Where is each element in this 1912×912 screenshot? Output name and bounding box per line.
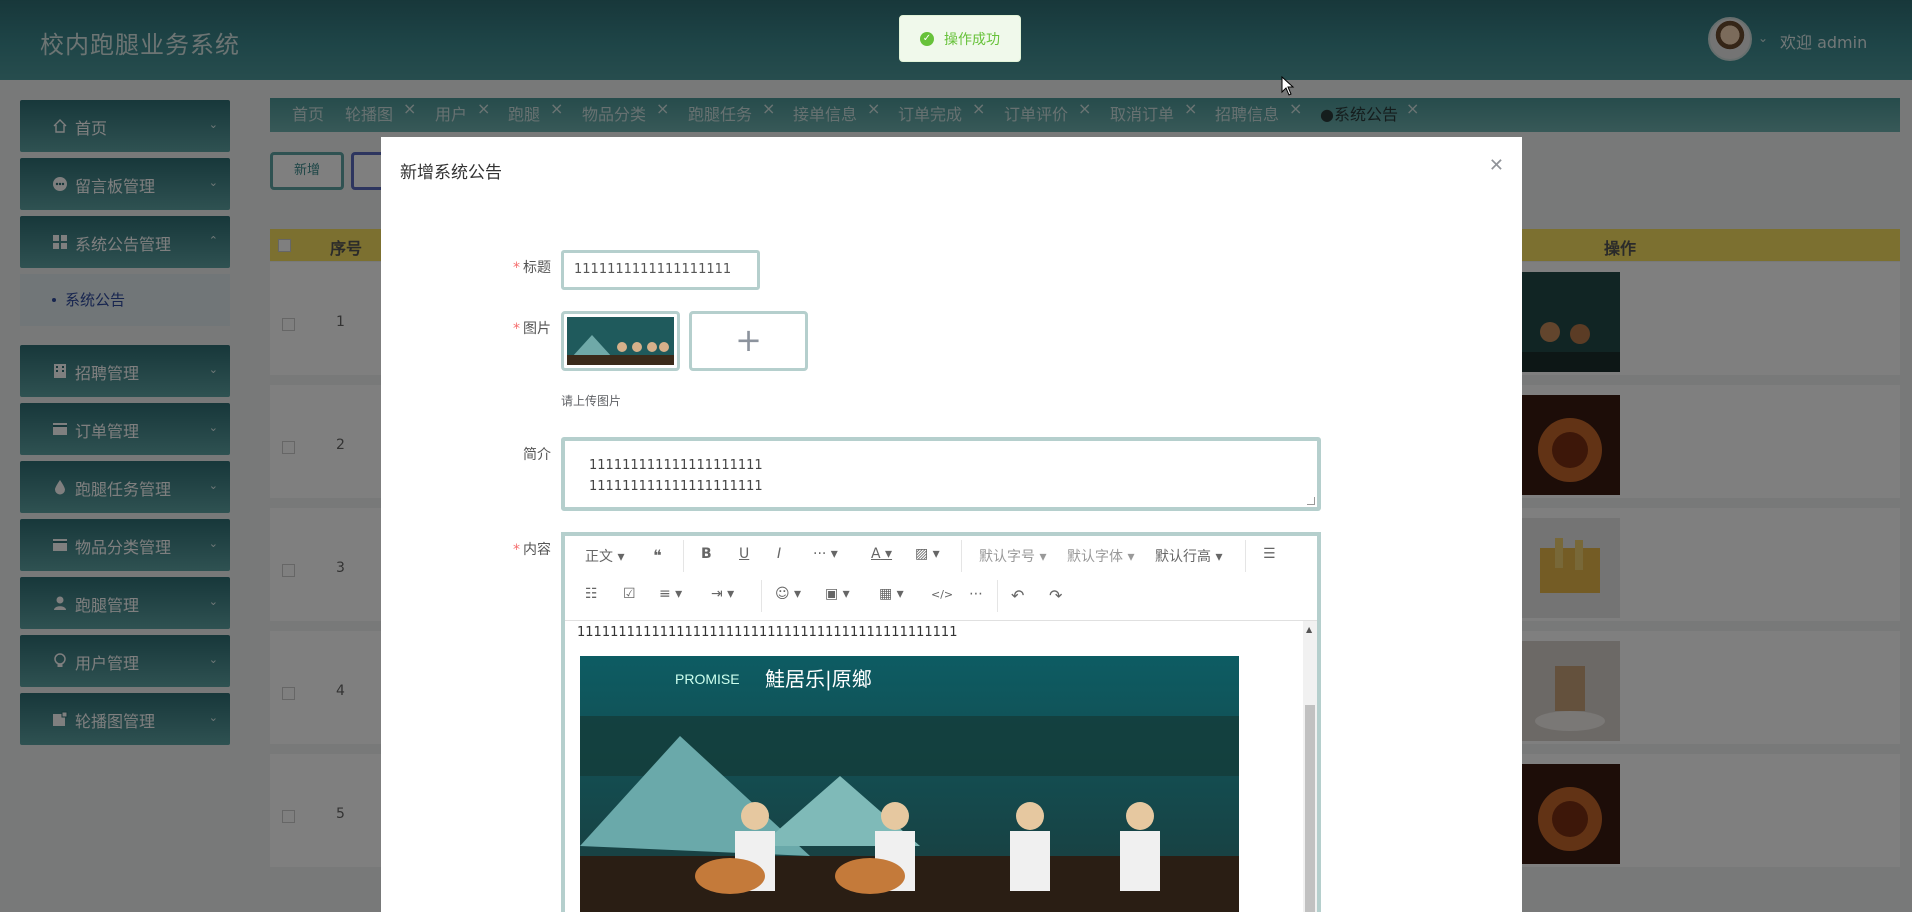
indent-button[interactable]: ⇥ ▾ <box>711 586 734 602</box>
image-title-text: 鮭居乐|原鄉 <box>765 667 872 692</box>
close-icon[interactable]: ✕ <box>1489 155 1504 176</box>
line-height-select[interactable]: 默认行高 ▾ <box>1155 546 1222 566</box>
toolbar-divider <box>761 580 762 612</box>
toast-text: 操作成功 <box>944 31 1000 48</box>
content-image[interactable]: PROMISE 鮭居乐|原鄉 <box>580 656 1239 912</box>
numbered-list-icon[interactable]: ☷ <box>585 586 598 602</box>
intro-textarea[interactable]: 111111111111111111111 111111111111111111… <box>561 437 1321 511</box>
content-label: * 内容 <box>513 542 551 558</box>
undo-icon[interactable]: ↶ <box>1011 586 1024 605</box>
editor-content-area[interactable]: 1111111111111111111111111111111111111111… <box>565 620 1317 912</box>
image-label: * 图片 <box>513 321 551 337</box>
underline-icon[interactable]: U <box>739 546 749 562</box>
content-text: 1111111111111111111111111111111111111111… <box>577 625 958 640</box>
redo-icon[interactable]: ↷ <box>1049 586 1062 605</box>
insert-image-button[interactable]: ▣ ▾ <box>825 586 850 602</box>
italic-icon[interactable]: I <box>777 546 781 562</box>
code-icon[interactable]: </> <box>931 588 953 601</box>
intro-label: 简介 <box>523 447 551 463</box>
bold-icon[interactable]: B <box>701 546 712 562</box>
more-style-button[interactable]: ··· ▾ <box>813 546 838 562</box>
insert-table-button[interactable]: ▦ ▾ <box>879 586 904 602</box>
quote-icon[interactable]: ❝ <box>653 546 662 565</box>
uploaded-image-thumbnail[interactable] <box>561 311 680 371</box>
dialog-title: 新增系统公告 <box>400 163 502 183</box>
bullet-list-icon[interactable]: ☰ <box>1263 546 1276 562</box>
background-color-button[interactable]: ▨ ▾ <box>915 546 940 562</box>
toolbar-divider <box>1245 540 1246 572</box>
title-input[interactable]: 1111111111111111111 <box>561 250 760 290</box>
resize-handle-icon[interactable] <box>1307 497 1315 505</box>
success-check-icon: ✓ <box>920 31 934 46</box>
success-toast-top: ✓ 操作成功 <box>899 15 1021 62</box>
editor-toolbar-row-1: 正文 ▾ ❝ B U I ··· ▾ A ▾ ▨ ▾ 默认字号 ▾ 默认字体 ▾… <box>565 536 1317 576</box>
title-label: * 标题 <box>513 260 551 276</box>
upload-hint: 请上传图片 <box>561 394 622 408</box>
rich-text-editor: 正文 ▾ ❝ B U I ··· ▾ A ▾ ▨ ▾ 默认字号 ▾ 默认字体 ▾… <box>561 532 1321 912</box>
upload-add-button[interactable]: + <box>689 311 808 371</box>
mouse-cursor-icon <box>1281 76 1295 96</box>
font-color-button[interactable]: A ▾ <box>871 546 892 562</box>
image-brand-text: PROMISE <box>675 671 740 687</box>
todo-checkbox-icon[interactable]: ☑ <box>623 586 636 602</box>
align-button[interactable]: ≡ ▾ <box>659 586 682 602</box>
toolbar-divider <box>683 540 684 572</box>
intro-line: 111111111111111111111 <box>589 479 763 494</box>
intro-line: 111111111111111111111 <box>589 458 763 473</box>
divider-line-icon[interactable]: ⋯ <box>969 586 983 602</box>
scroll-up-icon[interactable]: ▲ <box>1306 625 1312 634</box>
emoji-button[interactable]: ☺ ▾ <box>775 586 801 602</box>
toolbar-divider <box>997 580 998 612</box>
paragraph-format-button[interactable]: 正文 ▾ <box>585 546 624 566</box>
add-announcement-dialog: 新增系统公告 ✕ * 标题 1111111111111111111 * 图片 + 请… <box>381 137 1522 912</box>
font-size-select[interactable]: 默认字号 ▾ <box>979 546 1046 566</box>
uploaded-image <box>567 317 674 365</box>
scrollbar-thumb[interactable] <box>1305 705 1315 912</box>
toolbar-divider <box>961 540 962 572</box>
editor-toolbar-row-2: ☷ ☑ ≡ ▾ ⇥ ▾ ☺ ▾ ▣ ▾ ▦ ▾ </> ⋯ ↶ ↷ <box>565 576 1317 616</box>
font-family-select[interactable]: 默认字体 ▾ <box>1067 546 1134 566</box>
editor-scrollbar[interactable]: ▲ <box>1303 621 1317 912</box>
